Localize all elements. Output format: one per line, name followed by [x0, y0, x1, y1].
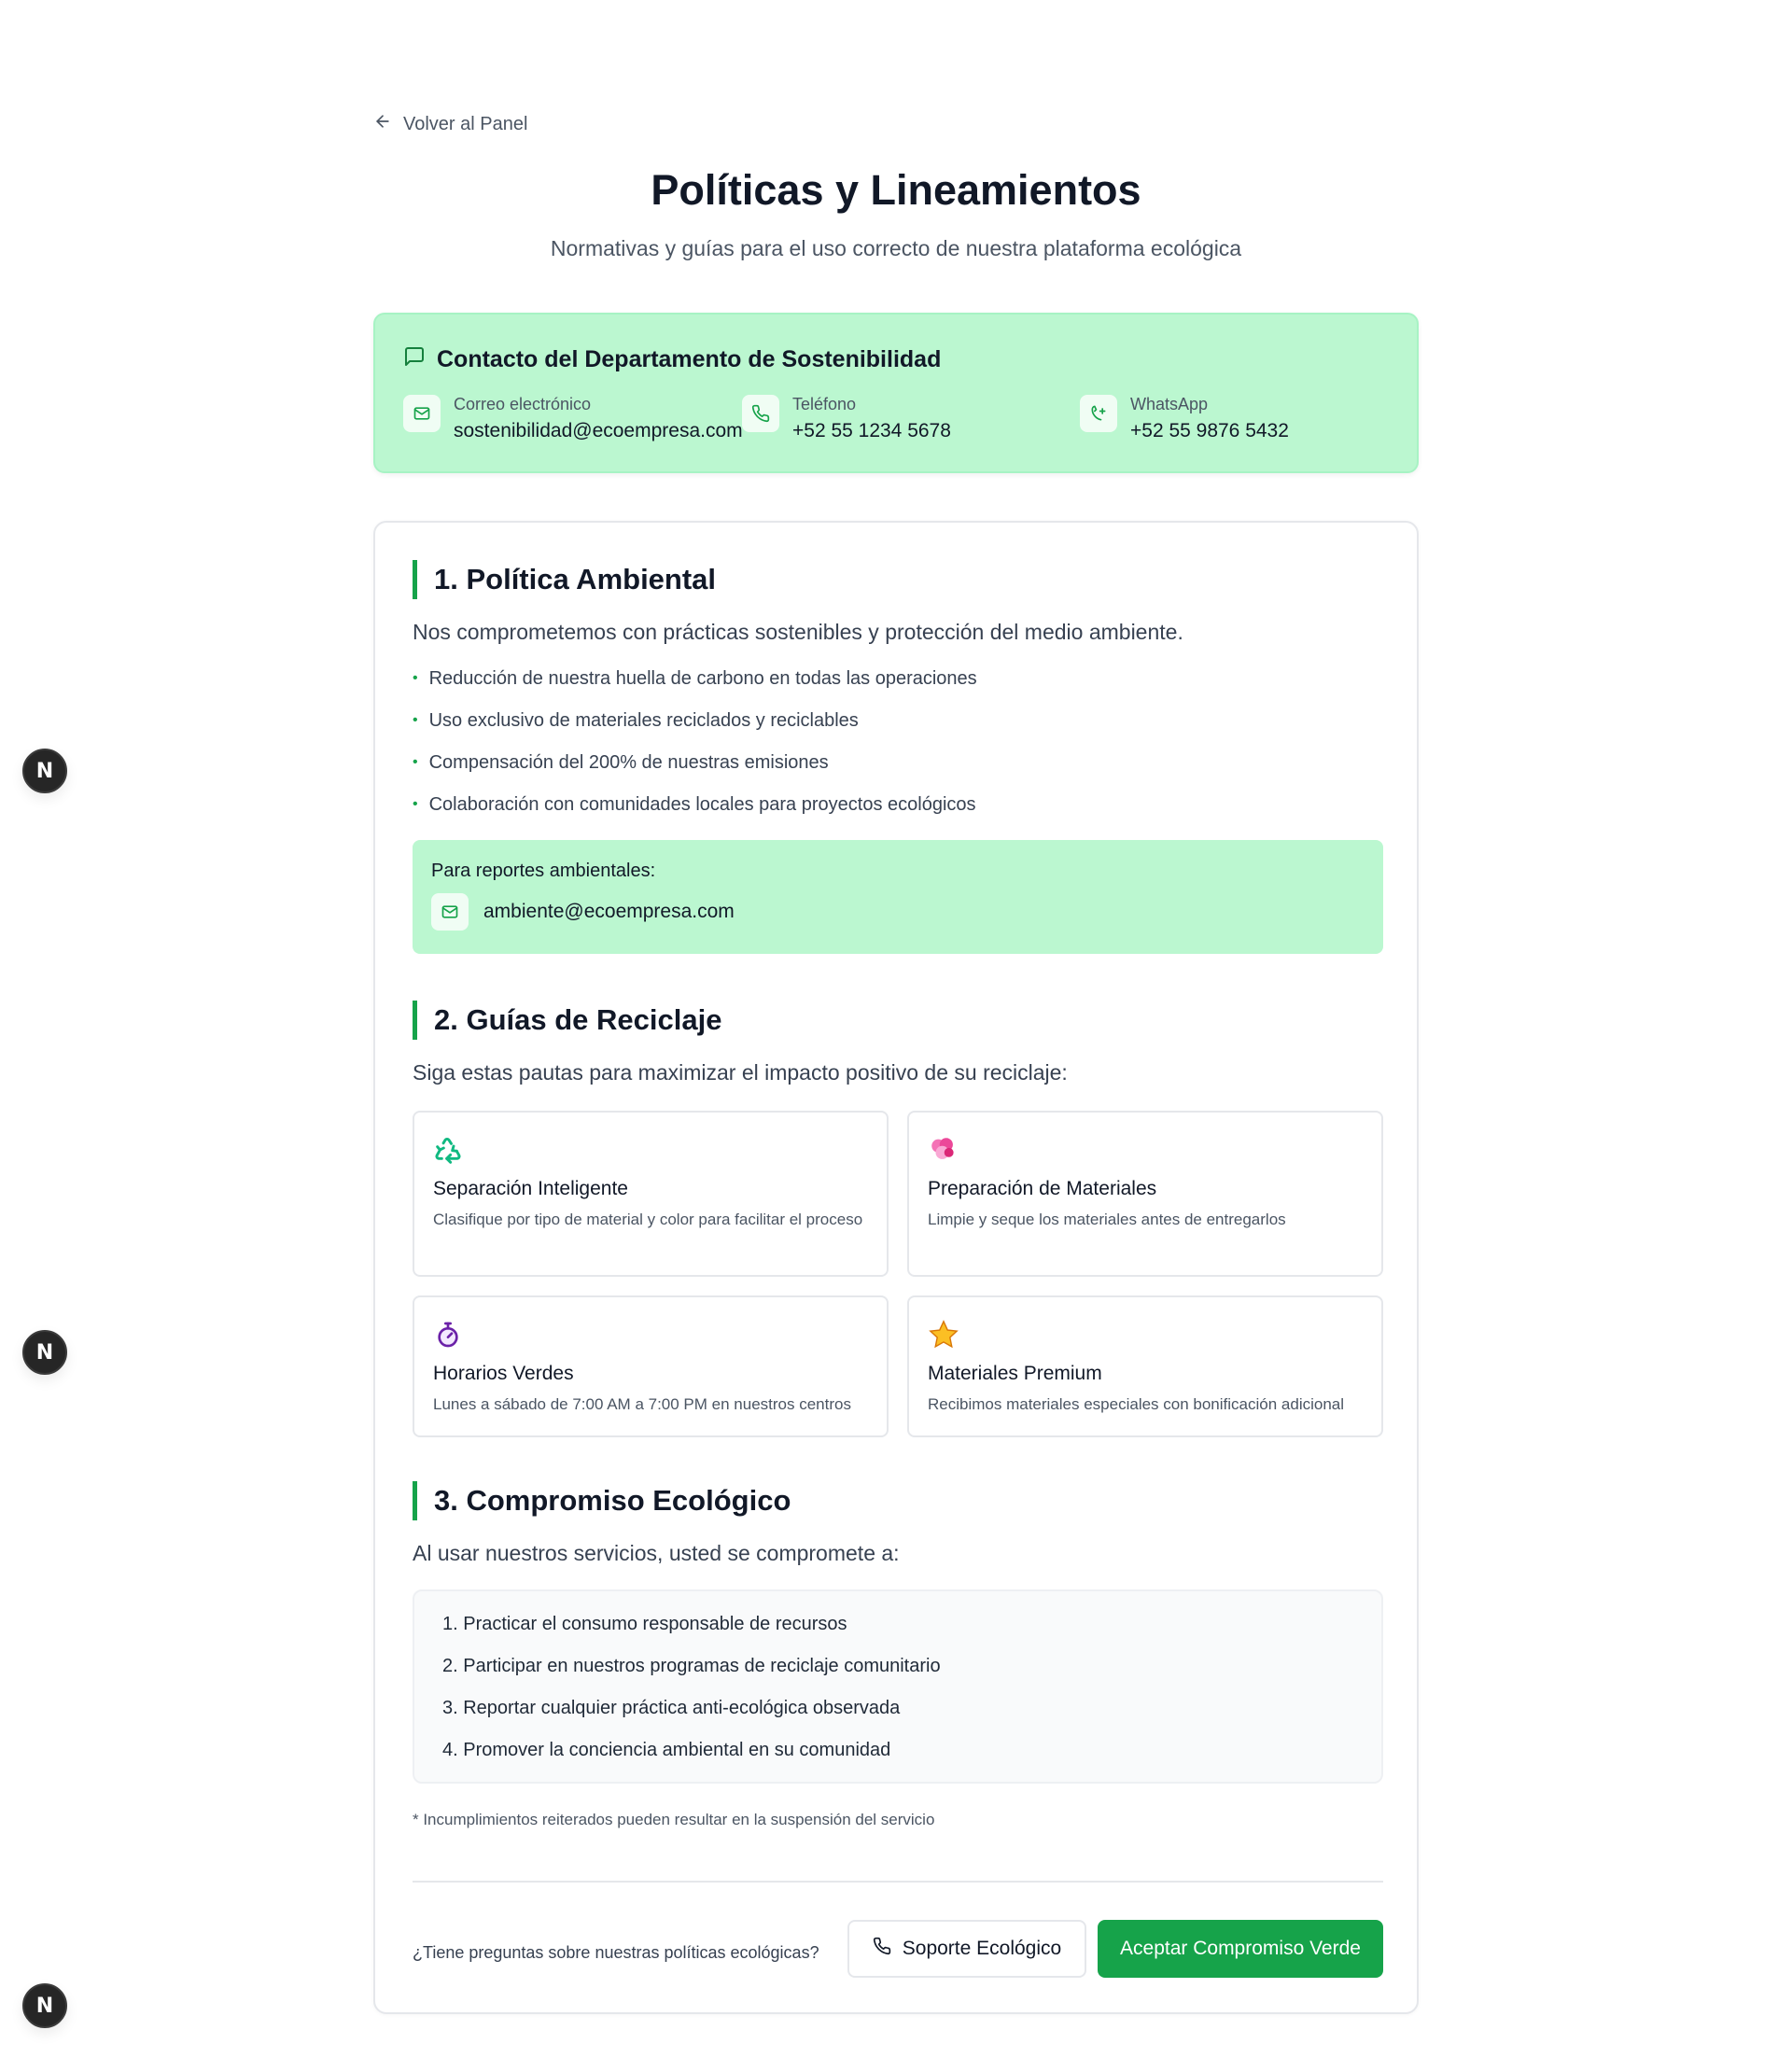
guide-title: Horarios Verdes: [433, 1363, 574, 1384]
list-item: 4. Promover la conciencia ambiental en s…: [442, 1740, 891, 1760]
commitment-list-box: 1. Practicar el consumo responsable de r…: [413, 1589, 1383, 1784]
list-item: 3. Reportar cualquier práctica anti-ecol…: [442, 1698, 901, 1718]
guide-card-green-hours: Horarios Verdes Lunes a sábado de 7:00 A…: [413, 1295, 889, 1437]
section-ecological-commitment-title: 3. Compromiso Ecológico: [413, 1481, 791, 1520]
suspension-footnote: * Incumplimientos reiterados pueden resu…: [413, 1811, 935, 1828]
back-to-panel-link[interactable]: Volver al Panel: [373, 112, 527, 136]
commitment-list: 1. Practicar el consumo responsable de r…: [442, 1612, 1353, 1780]
contact-email[interactable]: Correo electrónico sostenibilidad@ecoemp…: [403, 395, 743, 442]
eco-support-label: Soporte Ecológico: [902, 1938, 1062, 1959]
dev-tools-badge[interactable]: N: [22, 1330, 67, 1375]
guide-card-premium-materials: Materiales Premium Recibimos materiales …: [907, 1295, 1383, 1437]
report-email-row[interactable]: ambiente@ecoempresa.com: [431, 893, 1365, 931]
eco-support-button[interactable]: Soporte Ecológico: [847, 1920, 1086, 1978]
environmental-report-box: Para reportes ambientales: ambiente@ecoe…: [413, 840, 1383, 954]
sustainability-contact-card: Contacto del Departamento de Sostenibili…: [373, 313, 1419, 473]
questions-prompt: ¿Tiene preguntas sobre nuestras política…: [413, 1943, 819, 1962]
phone-label: Teléfono: [792, 395, 857, 413]
email-label: Correo electrónico: [454, 395, 592, 413]
recycle-icon: [433, 1131, 868, 1169]
list-item: • Compensación del 200% de nuestras emisi…: [413, 752, 829, 773]
page-subtitle: Normativas y guías para el uso correcto …: [550, 236, 1242, 260]
contact-title-text: Contacto del Departamento de Sostenibili…: [437, 346, 942, 372]
bullet-dot: •: [413, 670, 418, 686]
section-recycling-guides-intro: Siga estas pautas para maximizar el impa…: [413, 1060, 1068, 1085]
list-item: • Uso exclusivo de materiales reciclados …: [413, 710, 859, 731]
bullet-dot: •: [413, 796, 418, 812]
list-item: 2. Participar en nuestros programas de r…: [442, 1656, 941, 1676]
phone-value[interactable]: +52 55 1234 5678: [792, 420, 951, 442]
section-environmental-policy-intro: Nos comprometemos con prácticas sostenib…: [413, 620, 1183, 644]
phone-plus-icon: [1080, 395, 1117, 432]
list-item: 1. Practicar el consumo responsable de r…: [442, 1614, 847, 1634]
guide-card-smart-separation: Separación Inteligente Clasifique por ti…: [413, 1111, 889, 1277]
report-label: Para reportes ambientales:: [431, 861, 656, 881]
phone-icon: [873, 1937, 891, 1961]
guide-desc: Limpie y seque los materiales antes de e…: [928, 1211, 1286, 1228]
phone-icon: [742, 395, 779, 432]
section-ecological-commitment-intro: Al usar nuestros servicios, usted se com…: [413, 1541, 900, 1565]
guide-desc: Clasifique por tipo de material y color …: [433, 1211, 863, 1228]
guide-title: Materiales Premium: [928, 1363, 1102, 1384]
guide-desc: Lunes a sábado de 7:00 AM a 7:00 PM en n…: [433, 1395, 851, 1413]
guide-desc: Recibimos materiales especiales con boni…: [928, 1395, 1345, 1413]
mail-icon: [431, 893, 469, 931]
bullet-dot: •: [413, 754, 418, 770]
email-value[interactable]: sostenibilidad@ecoempresa.com: [454, 420, 743, 442]
section-recycling-guides-title: 2. Guías de Reciclaje: [413, 1001, 721, 1040]
list-item: • Reducción de nuestra huella de carbono …: [413, 668, 977, 689]
contact-phone[interactable]: Teléfono +52 55 1234 5678: [742, 395, 951, 442]
guide-title: Separación Inteligente: [433, 1178, 628, 1199]
sponge-icon: [928, 1131, 1363, 1169]
divider: [413, 1881, 1383, 1883]
guide-title: Preparación de Materiales: [928, 1178, 1157, 1199]
whatsapp-value[interactable]: +52 55 9876 5432: [1130, 420, 1289, 442]
dev-tools-badge[interactable]: N: [22, 749, 67, 793]
back-link-label: Volver al Panel: [403, 113, 528, 134]
message-square-icon: [403, 345, 426, 374]
contact-card-title: Contacto del Departamento de Sostenibili…: [403, 345, 941, 374]
dev-tools-badge[interactable]: N: [22, 1983, 67, 2028]
stopwatch-icon: [433, 1316, 868, 1353]
mail-icon: [403, 395, 441, 432]
whatsapp-label: WhatsApp: [1130, 395, 1209, 413]
star-icon: [928, 1316, 1363, 1353]
guide-card-material-preparation: Preparación de Materiales Limpie y seque…: [907, 1111, 1383, 1277]
arrow-left-icon: [373, 112, 392, 136]
list-item: • Colaboración con comunidades locales pa…: [413, 794, 976, 815]
contact-whatsapp[interactable]: WhatsApp +52 55 9876 5432: [1080, 395, 1289, 442]
report-email[interactable]: ambiente@ecoempresa.com: [483, 901, 735, 923]
section-environmental-policy-title: 1. Política Ambiental: [413, 560, 716, 599]
bullet-dot: •: [413, 712, 418, 728]
accept-green-commitment-button[interactable]: Aceptar Compromiso Verde: [1098, 1920, 1383, 1978]
environmental-policy-list: • Reducción de nuestra huella de carbono …: [413, 666, 977, 834]
policies-card: 1. Política Ambiental Nos comprometemos …: [373, 521, 1419, 2014]
page-title: Políticas y Lineamientos: [651, 166, 1141, 214]
